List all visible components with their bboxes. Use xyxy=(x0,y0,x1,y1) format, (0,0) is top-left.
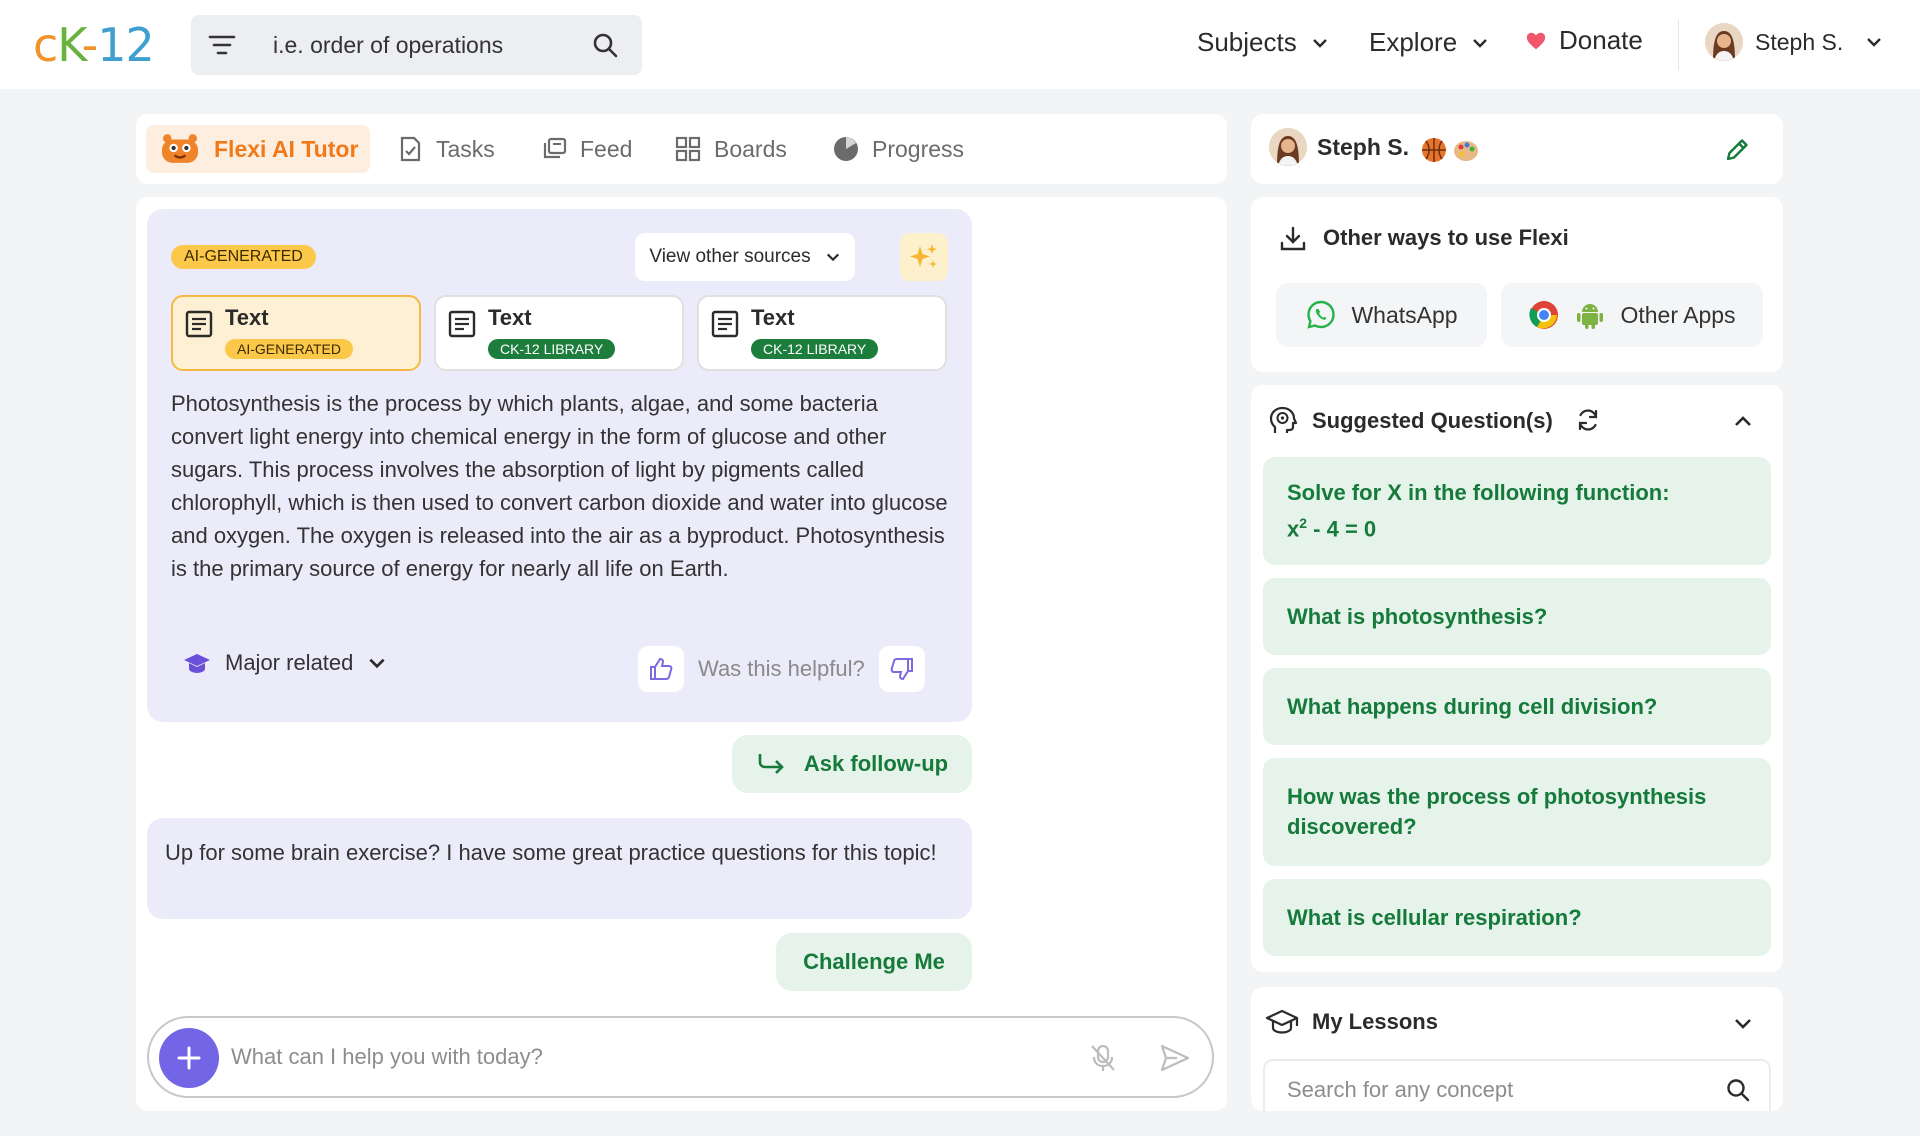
document-icon xyxy=(185,310,213,338)
tab-boards[interactable]: Boards xyxy=(662,125,799,173)
tab-tasks[interactable]: Tasks xyxy=(384,125,507,173)
graduation-cap-icon xyxy=(1265,1009,1299,1034)
nav-explore[interactable]: Explore xyxy=(1369,27,1489,58)
other-apps-button[interactable]: Other Apps xyxy=(1501,283,1763,347)
tab-progress[interactable]: Progress xyxy=(820,125,976,173)
chevron-down-icon xyxy=(369,658,386,669)
thumbs-up-button[interactable] xyxy=(638,646,684,692)
ask-follow-up-button[interactable]: Ask follow-up xyxy=(732,735,972,793)
progress-icon xyxy=(834,137,858,161)
edit-pencil-icon[interactable] xyxy=(1723,136,1751,164)
equation-text: x2 - 4 = 0 xyxy=(1287,514,1377,542)
chevron-down-icon xyxy=(1473,38,1488,48)
graduation-cap-icon xyxy=(184,654,210,673)
art-palette-icon xyxy=(1454,141,1478,161)
avatar xyxy=(1705,23,1743,61)
site-search-bar[interactable]: i.e. order of operations xyxy=(191,15,642,75)
download-icon xyxy=(1280,226,1306,251)
user-menu[interactable]: Steph S. xyxy=(1705,23,1883,61)
thumbs-down-button[interactable] xyxy=(878,646,925,692)
avatar xyxy=(1269,128,1307,166)
suggested-question-4[interactable]: How was the process of photosynthesis di… xyxy=(1263,758,1771,866)
brain-head-icon xyxy=(1269,406,1298,433)
tasks-icon xyxy=(400,136,421,162)
search-icon[interactable] xyxy=(591,31,619,59)
answer-text: Photosynthesis is the process by which p… xyxy=(171,391,948,581)
source-badge: CK-12 LIBRARY xyxy=(488,339,616,359)
tab-flexi-ai-tutor[interactable]: Flexi AI Tutor xyxy=(146,125,371,173)
chevron-up-icon[interactable] xyxy=(1731,409,1755,433)
helpful-feedback: Was this helpful? xyxy=(638,646,925,692)
chat-input-bar: What can I help you with today? xyxy=(147,1016,1214,1098)
ck12-logo[interactable]: cK-12 xyxy=(33,20,155,70)
filter-icon[interactable] xyxy=(207,31,237,59)
chevron-down-icon xyxy=(826,253,839,262)
my-lessons-title: My Lessons xyxy=(1312,1009,1438,1034)
practice-message: Up for some brain exercise? I have some … xyxy=(147,818,972,919)
thumbs-down-icon xyxy=(890,658,913,681)
concept-search-field[interactable]: Search for any concept xyxy=(1263,1059,1771,1111)
view-other-sources-button[interactable]: View other sources xyxy=(635,233,855,281)
suggested-question-3[interactable]: What happens during cell division? xyxy=(1263,668,1771,745)
profile-name: Steph S. xyxy=(1317,134,1410,160)
refresh-icon[interactable] xyxy=(1574,406,1602,434)
follow-up-arrow-icon xyxy=(758,754,784,774)
feed-icon xyxy=(543,137,567,159)
android-icon xyxy=(1577,304,1604,329)
site-search-input[interactable]: i.e. order of operations xyxy=(273,32,503,59)
search-icon[interactable] xyxy=(1725,1077,1751,1103)
source-tab-ck12-library-1[interactable]: Text CK-12 LIBRARY xyxy=(434,295,684,371)
other-ways-card: Other ways to use Flexi WhatsApp Other A… xyxy=(1251,197,1783,372)
other-ways-title: Other ways to use Flexi xyxy=(1323,225,1569,250)
chrome-icon xyxy=(1529,301,1559,329)
top-nav-bar: cK-12 i.e. order of operations Subjects … xyxy=(0,0,1920,89)
challenge-me-button[interactable]: Challenge Me xyxy=(776,933,972,991)
source-badge: CK-12 LIBRARY xyxy=(751,339,879,359)
suggested-question-1[interactable]: Solve for X in the following function: x… xyxy=(1263,457,1771,565)
send-icon[interactable] xyxy=(1159,1042,1191,1074)
flexi-mascot-icon xyxy=(161,134,199,163)
chevron-down-icon[interactable] xyxy=(1731,1011,1755,1035)
document-icon xyxy=(711,310,739,338)
sparkle-icon xyxy=(910,244,937,268)
heart-icon xyxy=(1526,32,1546,49)
document-icon xyxy=(448,310,476,338)
major-related-dropdown[interactable]: Major related xyxy=(183,650,387,676)
header-divider xyxy=(1678,20,1679,70)
basketball-icon xyxy=(1422,138,1446,162)
donate-link[interactable]: Donate xyxy=(1525,25,1643,56)
flexi-answer-card: AI-GENERATED View other sources Text AI-… xyxy=(147,209,972,722)
thumbs-up-icon xyxy=(650,657,673,680)
suggested-question-5[interactable]: What is cellular respiration? xyxy=(1263,879,1771,956)
suggested-questions-card: Suggested Question(s) Solve for X in the… xyxy=(1251,385,1783,972)
whatsapp-button[interactable]: WhatsApp xyxy=(1276,283,1487,347)
source-tab-ai-generated[interactable]: Text AI-GENERATED xyxy=(171,295,421,371)
suggested-questions-title: Suggested Question(s) xyxy=(1312,408,1553,433)
source-badge: AI-GENERATED xyxy=(225,339,353,359)
chat-input[interactable]: What can I help you with today? xyxy=(231,1044,543,1070)
chevron-down-icon xyxy=(1867,38,1882,47)
microphone-muted-icon[interactable] xyxy=(1087,1042,1119,1074)
nav-subjects[interactable]: Subjects xyxy=(1197,27,1329,58)
ai-generated-badge: AI-GENERATED xyxy=(171,245,316,269)
concept-search-input[interactable]: Search for any concept xyxy=(1287,1077,1513,1103)
add-attachment-button[interactable] xyxy=(159,1028,219,1088)
suggested-question-2[interactable]: What is photosynthesis? xyxy=(1263,578,1771,655)
boards-icon xyxy=(675,136,701,162)
my-lessons-card: My Lessons Search for any concept xyxy=(1251,987,1783,1111)
whatsapp-icon xyxy=(1307,300,1336,329)
chevron-down-icon xyxy=(1312,38,1327,48)
profile-card: Steph S. xyxy=(1251,114,1783,184)
main-tabs: Flexi AI Tutor Tasks Feed Boards Progres… xyxy=(136,114,1227,184)
plus-icon xyxy=(177,1046,201,1070)
sparkle-button[interactable] xyxy=(900,233,948,281)
source-tab-ck12-library-2[interactable]: Text CK-12 LIBRARY xyxy=(697,295,947,371)
tab-feed[interactable]: Feed xyxy=(528,125,644,173)
